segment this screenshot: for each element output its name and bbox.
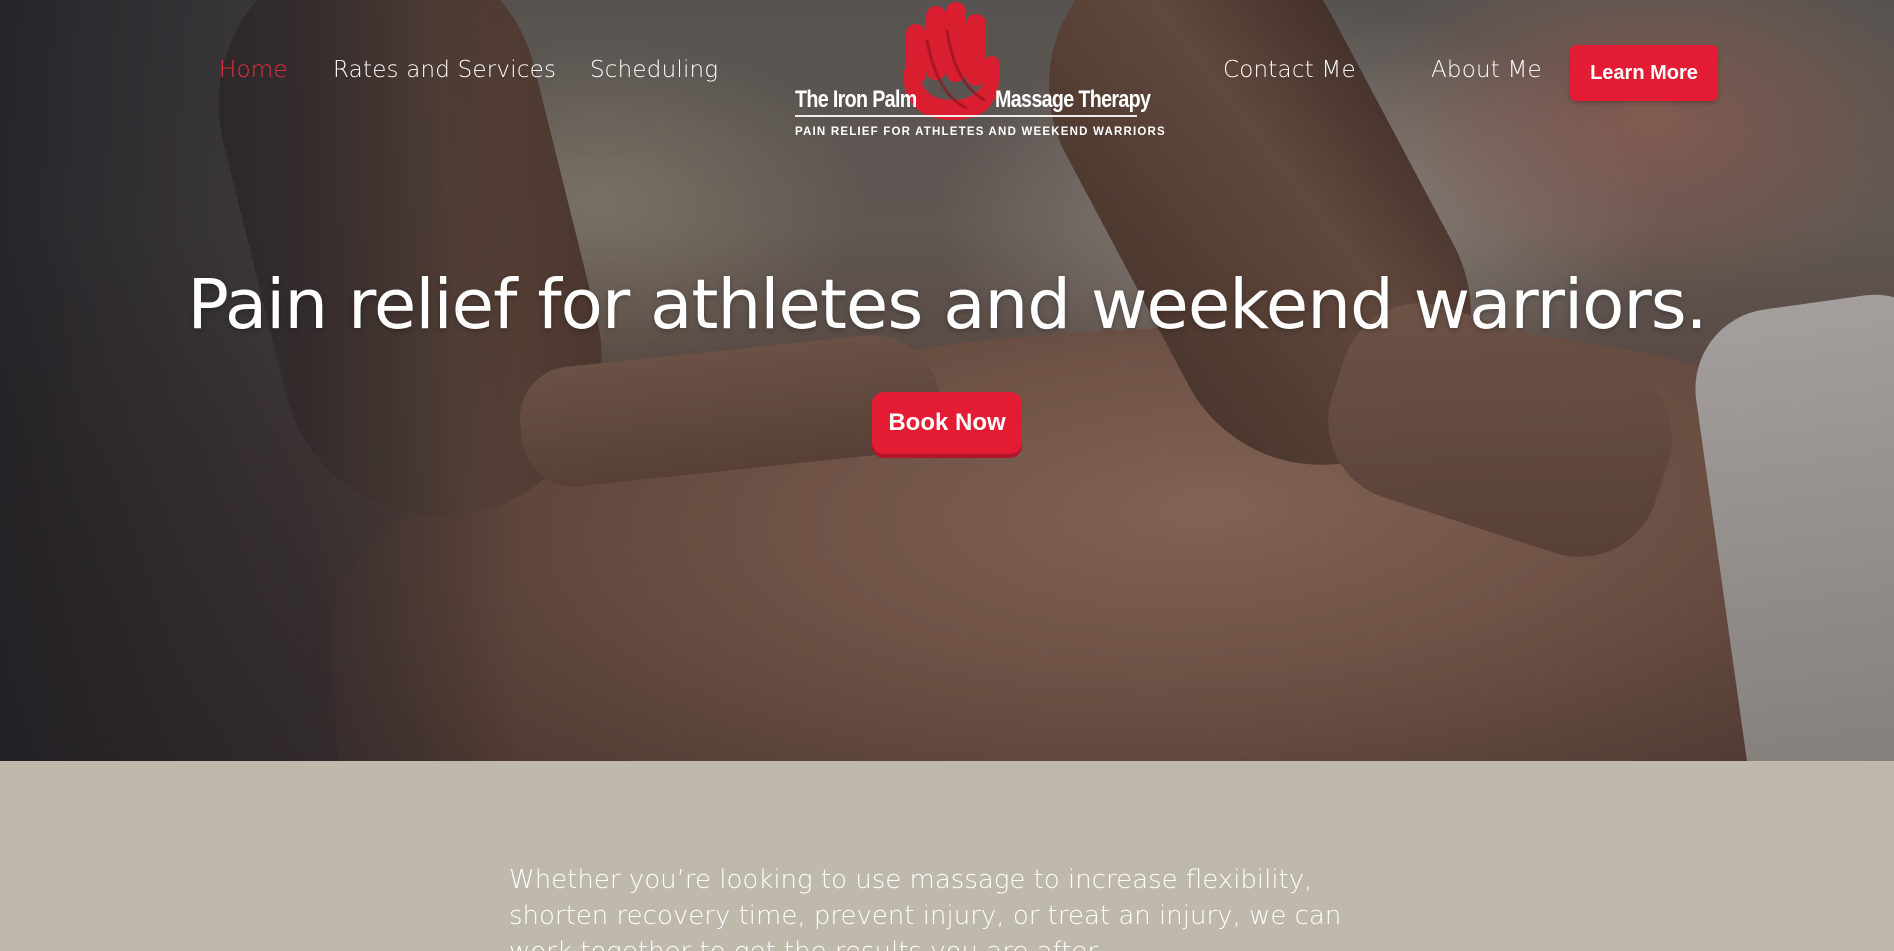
nav-rates-and-services-link[interactable]: Rates and Services — [333, 57, 556, 83]
logo-name-right: Massage Therapy — [995, 86, 1151, 113]
book-now-button[interactable]: Book Now — [872, 392, 1022, 454]
site-logo[interactable]: The Iron Palm Massage Therapy PAIN RELIE… — [790, 0, 1165, 145]
learn-more-button[interactable]: Learn More — [1570, 45, 1718, 101]
logo-divider — [795, 115, 1137, 117]
nav-about-me-link[interactable]: About Me — [1431, 57, 1542, 83]
hero-headline: Pain relief for athletes and weekend war… — [187, 265, 1707, 345]
nav-home-link[interactable]: Home — [219, 57, 288, 83]
logo-tagline: PAIN RELIEF FOR ATHLETES AND WEEKEND WAR… — [795, 126, 1166, 138]
intro-text: Whether you’re looking to use massage to… — [509, 865, 1342, 951]
nav-scheduling-link[interactable]: Scheduling — [590, 57, 718, 83]
logo-name-left: The Iron Palm — [795, 86, 917, 113]
nav-contact-me-link[interactable]: Contact Me — [1223, 57, 1356, 83]
